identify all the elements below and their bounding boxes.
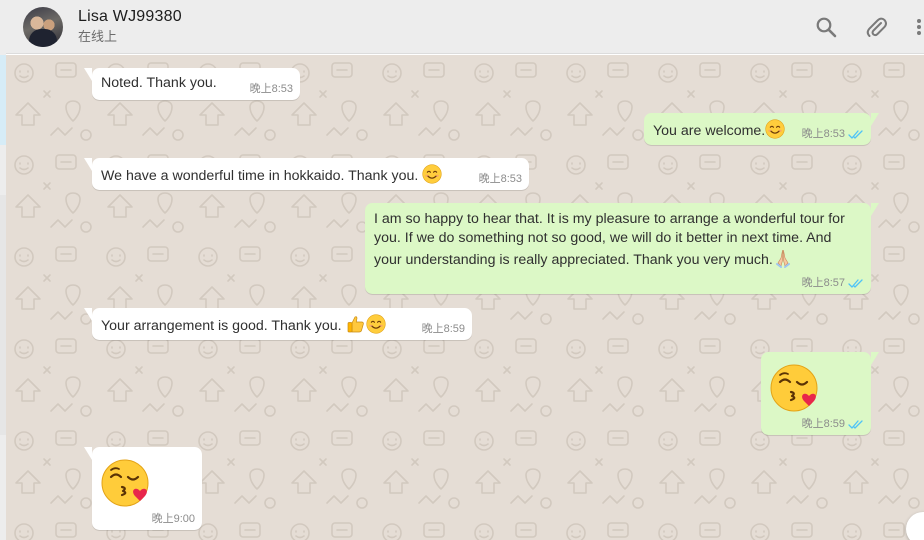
message-time: 晚上8:59 (421, 323, 465, 335)
conversation-header[interactable]: Lisa WJ99380 在线上 (6, 0, 924, 54)
message-meta: 晚上8:53 (479, 172, 522, 186)
message-time: 晚上8:53 (801, 128, 845, 140)
message-meta: 晚上8:53 (802, 127, 864, 141)
avatar[interactable] (23, 6, 63, 47)
thumbs-up-emoji-icon (346, 314, 366, 334)
message-content: We have a wonderful time in hokkaido. Th… (101, 164, 520, 186)
search-icon[interactable] (814, 15, 838, 39)
bubble-tail (84, 68, 92, 81)
chat-window: Lisa WJ99380 在线上 Noted. Thank you. 晚上8:5… (0, 0, 924, 540)
message-text: We have a wonderful time in hokkaido. Th… (101, 168, 419, 184)
message-list[interactable]: Noted. Thank you. 晚上8:53 You are welcome… (6, 55, 924, 540)
bubble-tail (871, 203, 879, 216)
folded-hands-emoji-icon (773, 248, 793, 268)
message-bubble-outgoing[interactable]: 晚上8:59 (761, 352, 879, 435)
face-blowing-a-kiss-emoji-icon (100, 457, 152, 509)
header-actions (814, 0, 924, 54)
message-bubble-incoming[interactable]: 晚上9:00 (84, 447, 202, 530)
message-time: 晚上8:59 (801, 418, 845, 430)
read-ticks-icon (848, 278, 864, 289)
message-bubble-incoming[interactable]: Noted. Thank you. 晚上8:53 (84, 68, 300, 100)
message-time: 晚上9:00 (151, 513, 195, 525)
face-blowing-a-kiss-emoji-icon (769, 362, 821, 414)
contact-name: Lisa WJ99380 (78, 8, 182, 25)
bubble-tail (871, 352, 879, 365)
message-meta: 晚上8:53 (250, 82, 293, 96)
read-ticks-icon (848, 419, 864, 430)
smiling-face-emoji-icon (765, 119, 785, 139)
message-bubble-incoming[interactable]: We have a wonderful time in hokkaido. Th… (84, 158, 529, 190)
message-content: Your arrangement is good. Thank you. (101, 314, 463, 336)
bubble-tail (871, 113, 879, 126)
message-text: Your arrangement is good. Thank you. (101, 318, 342, 334)
message-bubble-outgoing[interactable]: You are welcome. 晚上8:53 (644, 113, 879, 145)
message-text: You are welcome. (653, 123, 766, 139)
message-bubble-incoming[interactable]: Your arrangement is good. Thank you. 晚上8… (84, 308, 472, 340)
contact-info[interactable]: Lisa WJ99380 在线上 (78, 7, 182, 46)
message-bubble-outgoing[interactable]: I am so happy to hear that. It is my ple… (365, 203, 879, 294)
contact-status: 在线上 (78, 29, 118, 44)
message-time: 晚上8:57 (801, 277, 845, 289)
menu-icon[interactable] (914, 15, 924, 39)
message-meta: 晚上8:59 (422, 322, 465, 336)
message-content: I am so happy to hear that. It is my ple… (374, 210, 862, 270)
bubble-tail (84, 447, 92, 460)
message-meta: 晚上9:00 (152, 512, 195, 526)
smiling-face-emoji-icon (422, 164, 442, 184)
read-ticks-icon (848, 129, 864, 140)
message-meta: 晚上8:59 (802, 417, 864, 431)
smiling-face-emoji-icon (366, 314, 386, 334)
message-meta: 晚上8:57 (802, 276, 864, 290)
bubble-tail (84, 158, 92, 171)
bubble-tail (84, 308, 92, 321)
message-time: 晚上8:53 (249, 83, 293, 95)
attach-icon[interactable] (864, 15, 888, 39)
message-time: 晚上8:53 (478, 173, 522, 185)
